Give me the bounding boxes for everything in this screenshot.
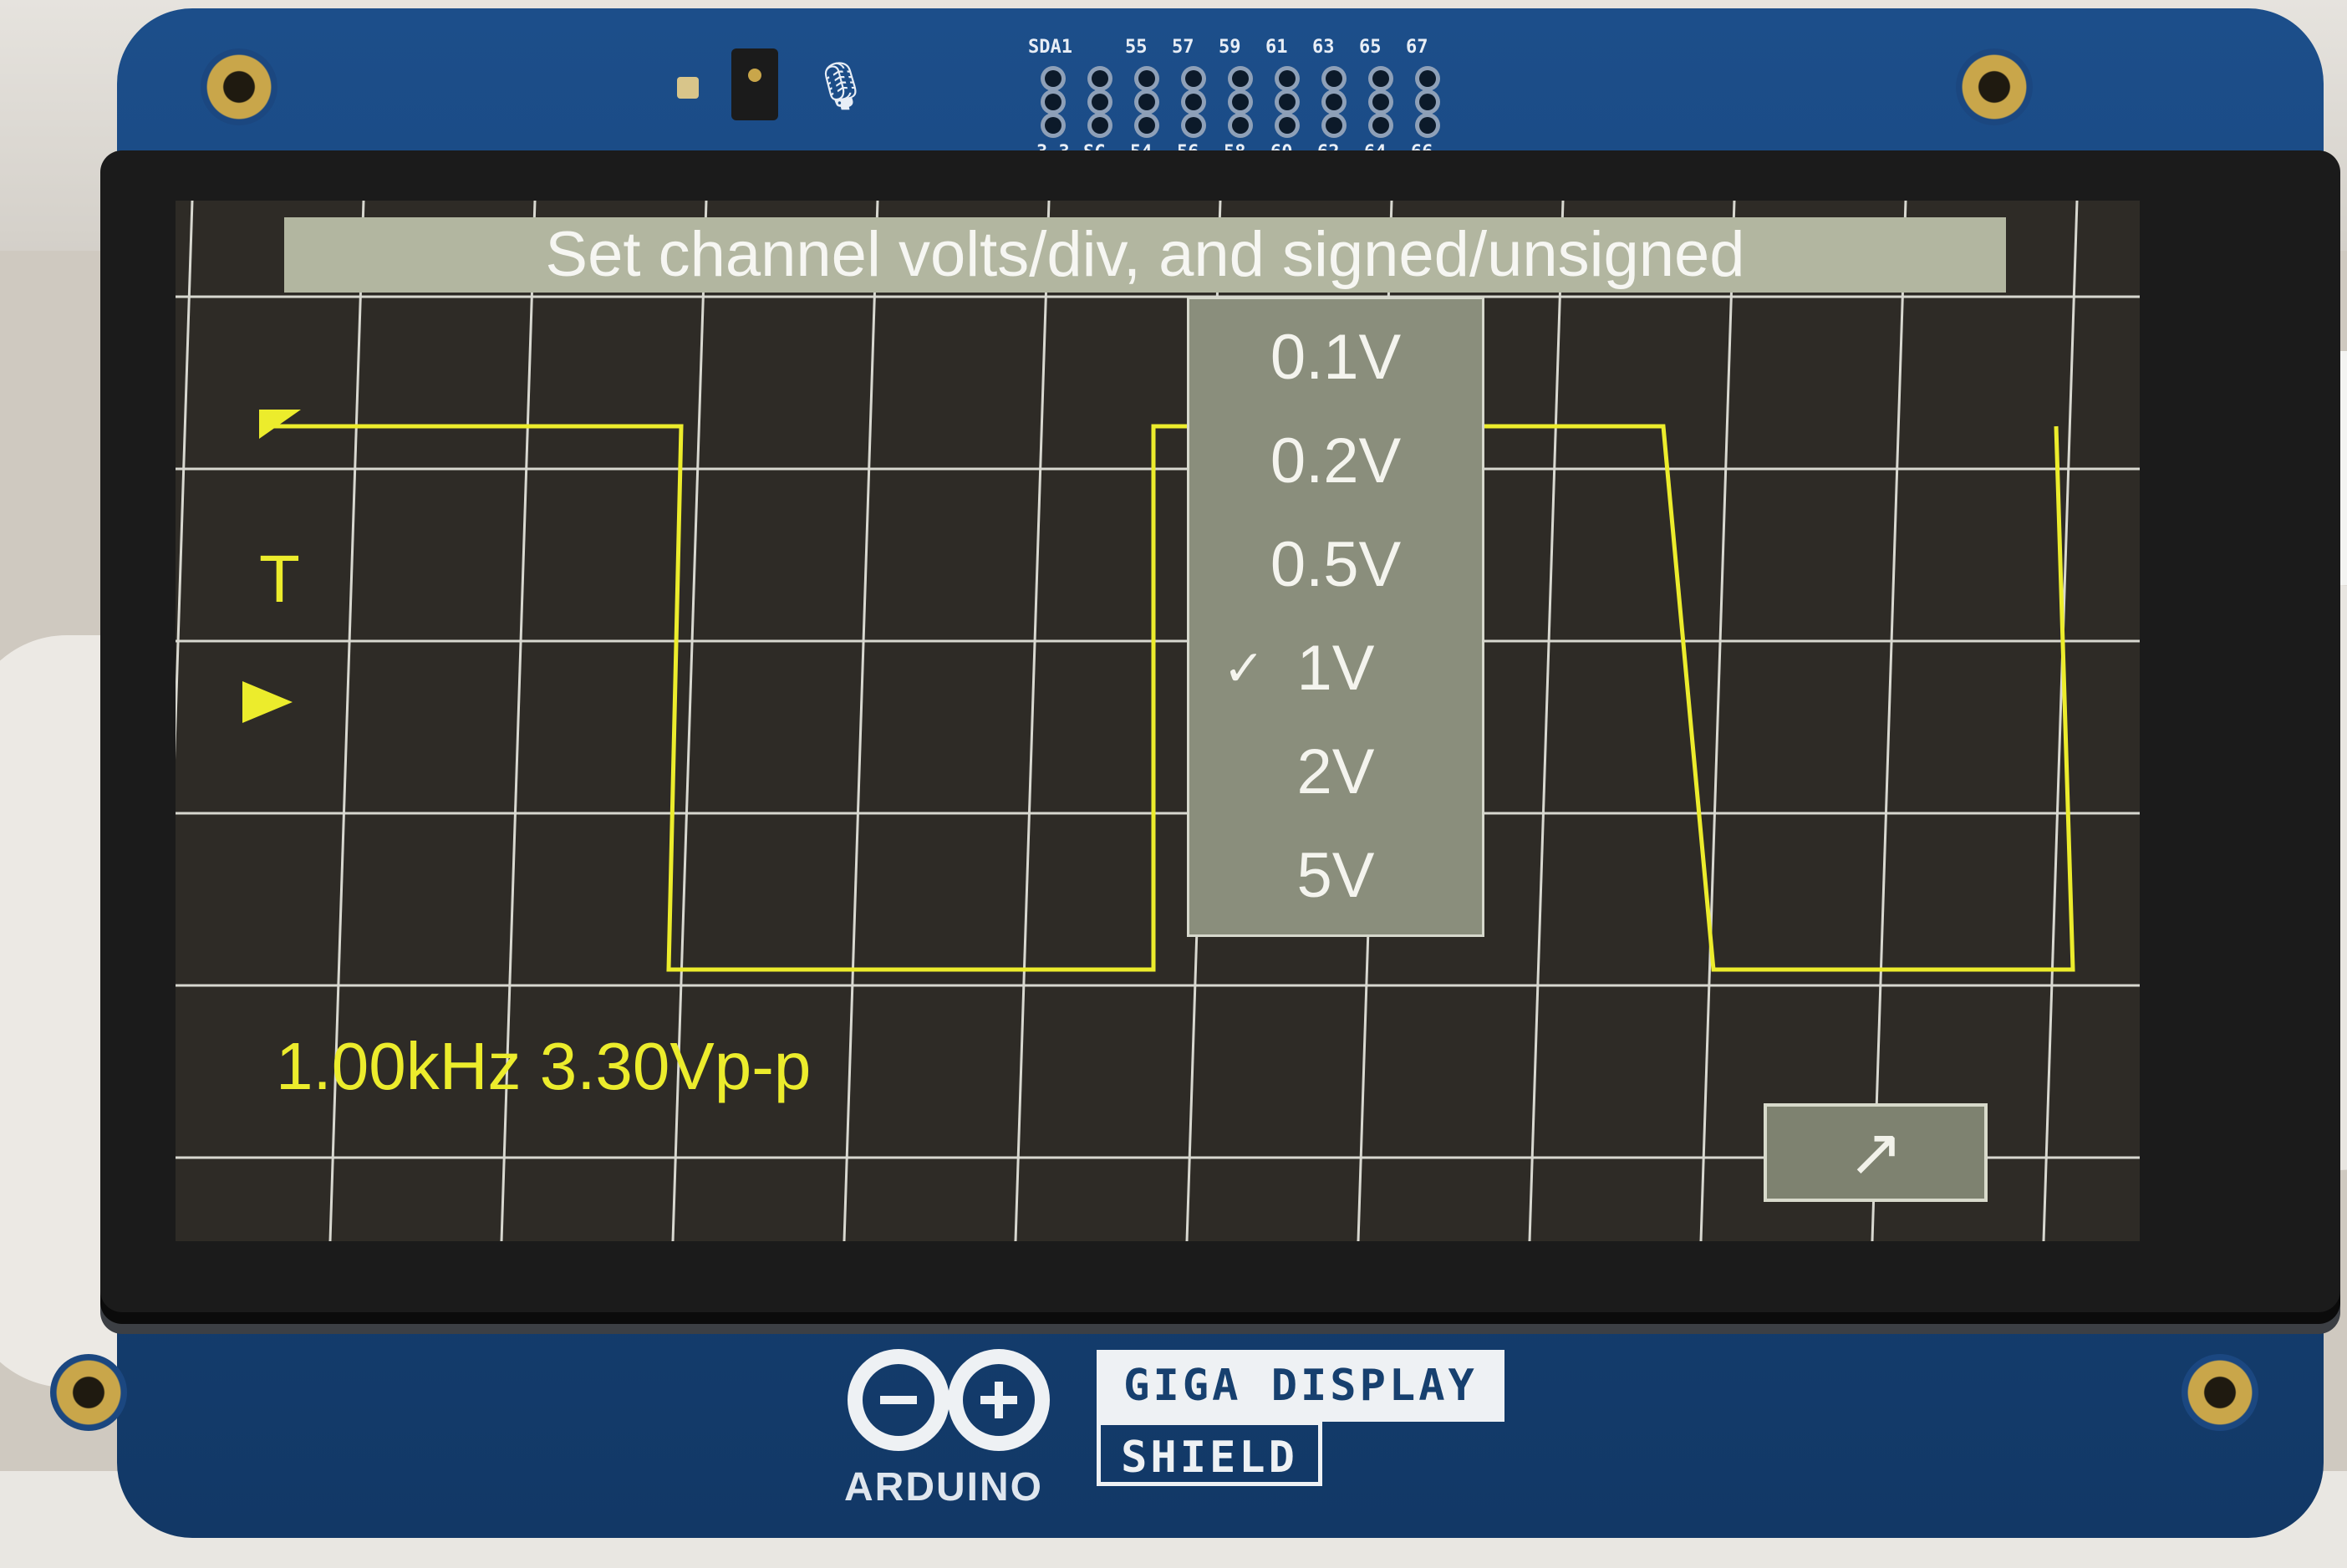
header-pin	[1279, 70, 1296, 87]
page-title: Set channel volts/div, and signed/unsign…	[284, 217, 2006, 293]
header-pin	[1232, 94, 1249, 110]
header-label: 61	[1265, 37, 1288, 58]
header-pin	[1092, 117, 1108, 134]
menu-item-volts[interactable]: 0.2V	[1189, 411, 1482, 512]
checkmark-icon: ✓	[1223, 640, 1265, 696]
header-pin	[1372, 70, 1389, 87]
header-pin	[1279, 94, 1296, 110]
menu-item-label: 5V	[1296, 840, 1375, 911]
grid-vertical-line	[1528, 201, 1565, 1241]
header-label: 63	[1312, 37, 1335, 58]
header-label: 65	[1359, 37, 1382, 58]
product-name-line2: SHIELD	[1097, 1421, 1322, 1486]
arduino-logo-icon	[848, 1349, 1050, 1451]
volts-per-div-menu[interactable]: 0.1V 0.2V 0.5V ✓ 1V 2V 5V	[1187, 297, 1484, 937]
grid-vertical-line	[1871, 201, 1907, 1241]
mount-hole-top-left	[201, 48, 277, 125]
header-pin	[1045, 94, 1061, 110]
header-pin	[1185, 70, 1202, 87]
header-pin	[1232, 70, 1249, 87]
header-pin	[1326, 70, 1342, 87]
header-pin	[1419, 94, 1436, 110]
header-label: 59	[1219, 37, 1241, 58]
header-pin	[1372, 94, 1389, 110]
grid-vertical-line	[176, 201, 194, 761]
header-pin	[1138, 70, 1155, 87]
expand-button[interactable]: ↗	[1764, 1103, 1988, 1202]
header-label: SDA1	[1028, 37, 1072, 58]
header-pin	[1045, 70, 1061, 87]
header-pin	[1279, 117, 1296, 134]
menu-item-label: 1V	[1296, 633, 1375, 704]
brand-name: ARDUINO	[844, 1465, 1043, 1509]
mount-hole-bottom-right	[2182, 1354, 2258, 1431]
header-pin	[1138, 117, 1155, 134]
measurement-readout: 1.00kHz 3.30Vp-p	[276, 1029, 812, 1103]
oscilloscope-screen[interactable]: T Set channel volts/div, and signed/unsi…	[176, 201, 2140, 1241]
grid-vertical-line	[843, 201, 879, 1241]
header-pin	[1185, 94, 1202, 110]
header-label: 55	[1125, 37, 1148, 58]
header-pin	[1372, 117, 1389, 134]
menu-item-volts[interactable]: 5V	[1189, 826, 1482, 926]
header-pin	[1045, 117, 1061, 134]
header-pin	[1185, 117, 1202, 134]
grid-vertical-line	[2042, 201, 2079, 1241]
menu-item-label: 0.1V	[1270, 322, 1402, 393]
menu-item-volts[interactable]: 2V	[1189, 722, 1482, 822]
header-label: 57	[1172, 37, 1194, 58]
mount-hole-top-right	[1956, 48, 2033, 125]
trigger-marker[interactable]: T	[259, 542, 300, 616]
menu-item-volts[interactable]: 0.1V	[1189, 308, 1482, 408]
menu-item-label: 0.5V	[1270, 529, 1402, 600]
header-pin	[1419, 117, 1436, 134]
product-name-line1: GIGA DISPLAY	[1097, 1350, 1504, 1422]
header-pin	[1092, 70, 1108, 87]
header-pin	[1232, 117, 1249, 134]
header-pin	[1419, 70, 1436, 87]
header-pin	[1138, 94, 1155, 110]
waveform-trace	[267, 424, 2075, 972]
header-pin	[1326, 117, 1342, 134]
menu-item-label: 2V	[1296, 736, 1375, 807]
menu-item-volts[interactable]: 0.5V	[1189, 515, 1482, 615]
menu-item-volts[interactable]: ✓ 1V	[1189, 619, 1482, 719]
pin-header: SDA1555759616365673.3SC54565860626466	[1028, 37, 1463, 163]
mount-hole-bottom-left	[50, 1354, 127, 1431]
led	[677, 77, 699, 99]
microphone-chip	[731, 48, 778, 120]
ground-marker-icon[interactable]	[242, 681, 293, 723]
header-pin	[1092, 94, 1108, 110]
header-pin	[1326, 94, 1342, 110]
microphone-icon: 🎙	[811, 59, 871, 112]
grid-vertical-line	[1014, 201, 1051, 1241]
grid-vertical-line	[1699, 201, 1736, 1241]
header-label: 67	[1406, 37, 1428, 58]
menu-item-label: 0.2V	[1270, 425, 1402, 496]
